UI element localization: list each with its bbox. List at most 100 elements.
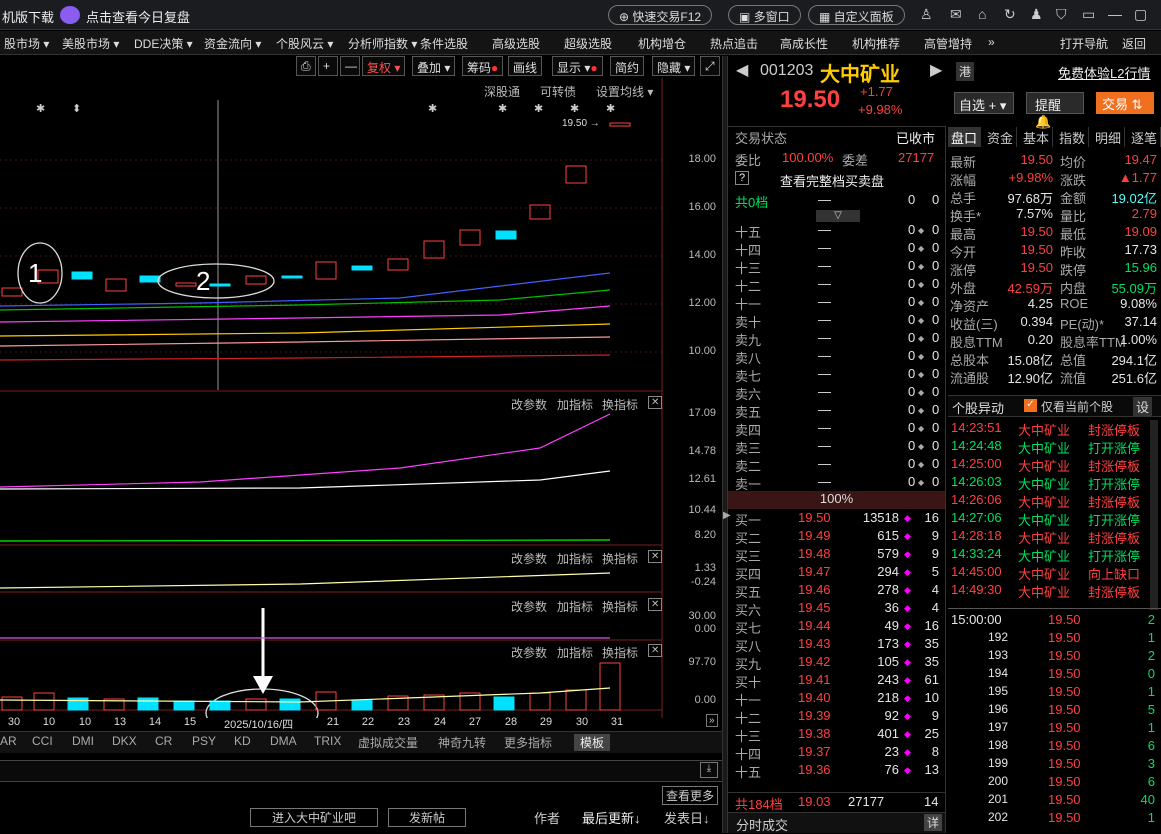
- bid-row[interactable]: 十五 19.36 76 ◆ 13: [728, 761, 945, 780]
- quote-tab[interactable]: 逐笔: [1128, 127, 1161, 147]
- multi-window-button[interactable]: ▣ 多窗口: [728, 5, 801, 25]
- indicator-tab[interactable]: 神奇九转: [438, 734, 486, 751]
- ask-row[interactable]: 十四 —0 ◆ 0: [728, 239, 945, 258]
- open-nav-button[interactable]: 打开导航: [1060, 35, 1108, 52]
- chouma-button[interactable]: 筹码●: [462, 56, 504, 76]
- custom-panel-button[interactable]: ▦ 自定义面板: [808, 5, 905, 25]
- events-scrollbar[interactable]: [1150, 420, 1158, 610]
- bid-row[interactable]: 买九 19.42 105 ◆ 35: [728, 653, 945, 672]
- bid-row[interactable]: 买十 19.41 243 ◆ 61: [728, 671, 945, 690]
- menu-item-0[interactable]: 股市场 ▾: [4, 35, 49, 52]
- ask-row[interactable]: 卖三 —0 ◆ 0: [728, 437, 945, 456]
- ask-row[interactable]: 卖五 —0 ◆ 0: [728, 401, 945, 420]
- menu-item-13[interactable]: 高管增持: [924, 35, 972, 52]
- bid-row[interactable]: 买二 19.49 615 ◆ 9: [728, 527, 945, 546]
- shenzhen-link[interactable]: 深股通: [484, 83, 520, 100]
- yincang-button[interactable]: 隐藏 ▾: [652, 56, 696, 76]
- panel-add-link[interactable]: 加指标: [557, 396, 593, 413]
- bid-row[interactable]: 买四 19.47 294 ◆ 5: [728, 563, 945, 582]
- quote-tab[interactable]: 明细: [1092, 127, 1126, 147]
- indicator-template[interactable]: 模板: [574, 734, 611, 751]
- xianshi-button[interactable]: 显示 ▾●: [552, 56, 603, 76]
- jianyue-button[interactable]: 简约: [610, 56, 645, 76]
- panel-swap-link[interactable]: 换指标: [602, 598, 638, 615]
- refresh-icon[interactable]: ↻: [1004, 6, 1016, 23]
- panel-close-icon[interactable]: ✕: [648, 644, 663, 657]
- indicator-tab[interactable]: CCI: [32, 734, 53, 748]
- ask-row[interactable]: 十一 —0 ◆ 0: [728, 293, 945, 312]
- ask-row[interactable]: 卖十 —0 ◆ 0: [728, 311, 945, 330]
- menu-item-1[interactable]: 美股市场 ▾: [62, 35, 119, 52]
- panel-add-link[interactable]: 加指标: [557, 550, 593, 567]
- event-row[interactable]: 14:28:18 大中矿业 封涨停板: [948, 528, 1161, 546]
- event-row[interactable]: 14:27:06 大中矿业 打开涨停: [948, 510, 1161, 528]
- menu-item-10[interactable]: 热点追击: [710, 35, 758, 52]
- bid-row[interactable]: 十三 19.38 401 ◆ 25: [728, 725, 945, 744]
- menu-more-icon[interactable]: »: [988, 35, 995, 49]
- menu-item-12[interactable]: 机构推荐: [852, 35, 900, 52]
- bid-row[interactable]: 买八 19.43 173 ◆ 35: [728, 635, 945, 654]
- author-header[interactable]: 作者: [534, 808, 560, 827]
- convertible-link[interactable]: 可转债: [540, 83, 576, 100]
- menu-item-11[interactable]: 高成长性: [780, 35, 828, 52]
- view-more-button[interactable]: 查看更多: [662, 786, 719, 805]
- home-icon[interactable]: ⌂: [978, 6, 986, 22]
- replay-link[interactable]: 点击查看今日复盘: [86, 7, 190, 26]
- hk-badge[interactable]: 港: [956, 62, 975, 81]
- enter-forum-button[interactable]: 进入大中矿业吧: [250, 808, 378, 827]
- zixuan-button[interactable]: 自选 + ▾: [954, 92, 1014, 114]
- fullscreen-icon[interactable]: ⤢: [700, 56, 720, 76]
- menu-item-3[interactable]: 资金流向 ▾: [204, 35, 261, 52]
- bid-row[interactable]: 十四 19.37 23 ◆ 8: [728, 743, 945, 762]
- download-link[interactable]: 机版下载: [2, 7, 54, 26]
- panel-param-link[interactable]: 改参数: [511, 550, 547, 567]
- indicator-tab[interactable]: DMI: [72, 734, 94, 748]
- quote-tab[interactable]: 基本: [1020, 127, 1054, 147]
- bid-row[interactable]: 买三 19.48 579 ◆ 9: [728, 545, 945, 564]
- panel-swap-link[interactable]: 换指标: [602, 550, 638, 567]
- collapse-icon[interactable]: ⤓: [700, 762, 718, 778]
- panel-swap-link[interactable]: 换指标: [602, 396, 638, 413]
- detail-button[interactable]: 详: [924, 814, 943, 831]
- mail-icon[interactable]: ✉: [950, 6, 962, 23]
- event-row[interactable]: 14:24:48 大中矿业 打开涨停: [948, 438, 1161, 456]
- only-current-checkbox[interactable]: ✓: [1024, 399, 1037, 412]
- menu-item-5[interactable]: 分析师指数 ▾: [348, 35, 417, 52]
- zoom-in-icon[interactable]: +: [318, 56, 338, 76]
- indicator-tab[interactable]: PSY: [192, 734, 216, 748]
- minimize-icon[interactable]: —: [1108, 6, 1122, 22]
- user-icon[interactable]: ♙: [920, 6, 933, 23]
- ask-row[interactable]: 卖六 —0 ◆ 0: [728, 383, 945, 402]
- menu-item-8[interactable]: 超级选股: [564, 35, 612, 52]
- last-update-header[interactable]: 最后更新↓: [582, 808, 641, 827]
- indicator-tab[interactable]: 虚拟成交量: [358, 734, 418, 751]
- zoom-out-icon[interactable]: —: [340, 56, 360, 76]
- jiaoyi-button[interactable]: 交易 ⇅: [1096, 92, 1154, 114]
- bid-row[interactable]: 十二 19.39 92 ◆ 9: [728, 707, 945, 726]
- fenshi-label[interactable]: 分时成交: [736, 815, 788, 834]
- events-settings-button[interactable]: 设: [1133, 397, 1153, 416]
- huaxian-button[interactable]: 画线: [508, 56, 543, 76]
- indicator-tab[interactable]: CR: [155, 734, 172, 748]
- post-button[interactable]: 发新帖: [388, 808, 466, 827]
- prev-stock-icon[interactable]: ◀: [736, 60, 748, 80]
- ask-row[interactable]: 十五 —0 ◆ 0: [728, 221, 945, 240]
- event-row[interactable]: 14:23:51 大中矿业 封涨停板: [948, 420, 1161, 438]
- tixing-button[interactable]: 提醒 🔔: [1026, 92, 1084, 129]
- indicator-tab[interactable]: KD: [234, 734, 251, 748]
- diejia-button[interactable]: 叠加 ▾: [412, 56, 456, 76]
- event-row[interactable]: 14:26:06 大中矿业 封涨停板: [948, 492, 1161, 510]
- bid-row[interactable]: 买一 19.50 13518 ◆ 16: [728, 509, 945, 528]
- ask-row[interactable]: 卖一 —0 ◆ 0: [728, 473, 945, 492]
- restore-icon[interactable]: ▭: [1082, 6, 1095, 23]
- quote-tab[interactable]: 盘口: [948, 127, 982, 147]
- panel-close-icon[interactable]: ✕: [648, 598, 663, 611]
- quote-tab[interactable]: 指数: [1056, 127, 1090, 147]
- post-date-header[interactable]: 发表日↓: [664, 808, 710, 827]
- event-row[interactable]: 14:25:00 大中矿业 封涨停板: [948, 456, 1161, 474]
- l2-link[interactable]: 免费体验L2行情: [1058, 63, 1150, 82]
- panel-close-icon[interactable]: ✕: [648, 396, 663, 409]
- panel-swap-link[interactable]: 换指标: [602, 644, 638, 661]
- ask-row[interactable]: 十二 —0 ◆ 0: [728, 275, 945, 294]
- panel-add-link[interactable]: 加指标: [557, 598, 593, 615]
